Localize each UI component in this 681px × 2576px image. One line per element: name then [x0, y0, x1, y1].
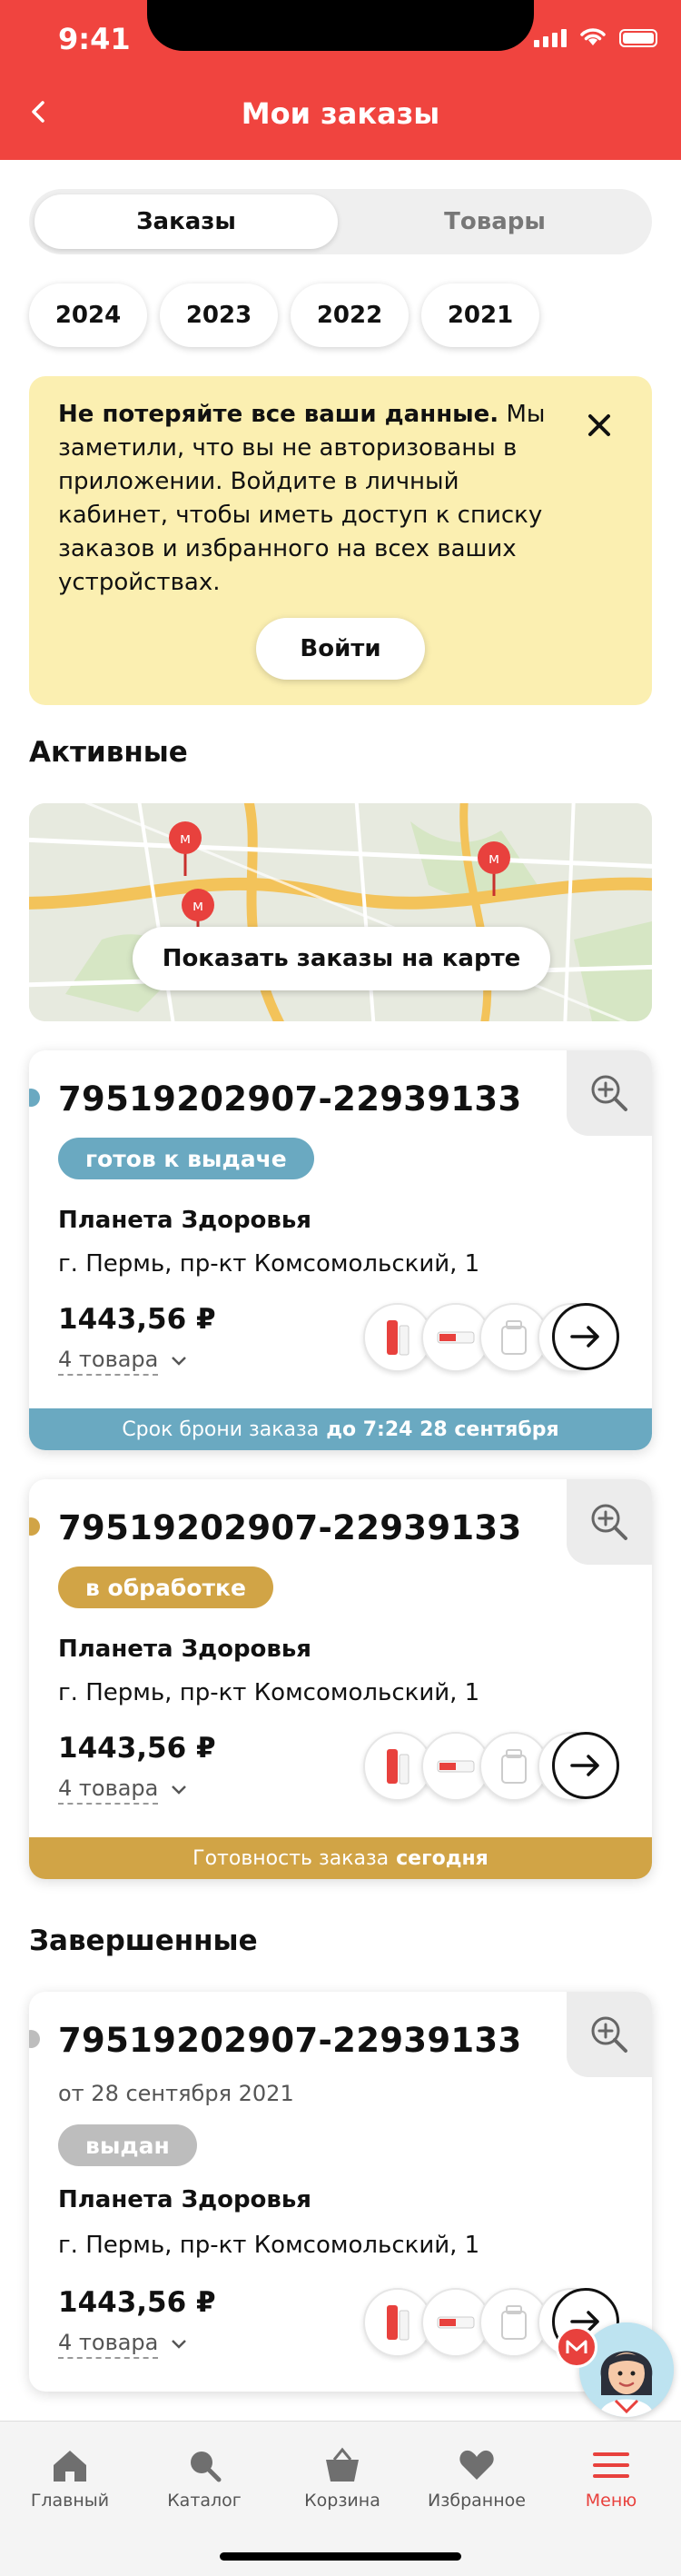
order-card[interactable]: 79519202907-22939133 готов к выдаче План… [29, 1050, 652, 1450]
order-number: 79519202907-22939133 [58, 1508, 522, 1547]
order-footer: Срок брони заказа до 7:24 28 сентября [29, 1408, 652, 1450]
brand-logo-icon [556, 2326, 597, 2368]
orders-map-preview[interactable]: м м м Показать заказы на карте [29, 803, 652, 1021]
cellular-signal-icon [534, 29, 567, 47]
zoom-button[interactable] [567, 1050, 652, 1136]
order-card[interactable]: 79519202907-22939133 в обработке Планета… [29, 1479, 652, 1879]
active-section-title: Активные [29, 736, 188, 769]
segment-orders[interactable]: Заказы [35, 194, 338, 249]
tab-label: Меню [585, 2491, 637, 2511]
order-number: 79519202907-22939133 [58, 2021, 522, 2060]
wifi-icon [580, 28, 606, 45]
items-count-toggle[interactable]: 4 товара [58, 1775, 187, 1805]
year-filter: 2024 2023 2022 2021 [29, 283, 539, 347]
chevron-down-icon [172, 1357, 187, 1366]
items-count: 4 товара [58, 1775, 159, 1805]
order-date: от 28 сентября 2021 [58, 2081, 294, 2106]
basket-icon [326, 2447, 359, 2482]
year-chip[interactable]: 2024 [29, 283, 147, 347]
store-name: Планета Здоровья [58, 1207, 312, 1234]
open-order-button[interactable] [552, 1303, 619, 1370]
search-icon [191, 2452, 222, 2482]
menu-icon [593, 2452, 629, 2478]
tab-favorites[interactable]: Избранное [418, 2447, 536, 2511]
tab-label: Корзина [304, 2491, 380, 2511]
bottom-tab-bar: Главный Каталог Корзина Избранное Меню [0, 2421, 681, 2576]
open-order-button[interactable] [552, 1732, 619, 1799]
chevron-down-icon [172, 2340, 187, 2349]
tab-cart[interactable]: Корзина [283, 2447, 401, 2511]
store-name: Планета Здоровья [58, 1636, 312, 1663]
items-count-toggle[interactable]: 4 товара [58, 1347, 187, 1376]
tab-catalog[interactable]: Каталог [145, 2447, 263, 2511]
order-price: 1443,56 ₽ [58, 1732, 216, 1765]
arrow-right-icon [570, 1326, 599, 1348]
tab-label: Избранное [428, 2491, 526, 2511]
login-button[interactable]: Войти [256, 618, 425, 680]
year-chip[interactable]: 2021 [421, 283, 539, 347]
orders-products-segment: Заказы Товары [29, 189, 652, 254]
order-price: 1443,56 ₽ [58, 2286, 216, 2319]
battery-icon [619, 29, 657, 47]
year-chip[interactable]: 2023 [160, 283, 278, 347]
footer-text: Срок брони заказа [122, 1417, 320, 1441]
order-price: 1443,56 ₽ [58, 1303, 216, 1336]
notice-body-text: Мы заметили, что вы не авторизованы в пр… [58, 401, 546, 596]
svg-text:м: м [489, 850, 499, 867]
footer-bold: сегодня [396, 1846, 489, 1870]
store-address: г. Пермь, пр-кт Комсомольский, 1 [58, 1250, 480, 1278]
page-title: Мои заказы [241, 96, 440, 131]
svg-text:м: м [180, 830, 191, 847]
order-card[interactable]: 79519202907-22939133 от 28 сентября 2021… [29, 1992, 652, 2392]
status-badge: выдан [58, 2124, 197, 2166]
tab-menu[interactable]: Меню [552, 2447, 670, 2511]
tab-home[interactable]: Главный [11, 2447, 129, 2511]
tab-label: Каталог [167, 2491, 242, 2511]
footer-bold: до 7:24 28 сентября [326, 1417, 559, 1441]
zoom-in-icon [591, 2016, 627, 2053]
header: 9:41 Мои заказы [0, 0, 681, 160]
heart-icon [459, 2450, 494, 2480]
close-icon[interactable] [585, 411, 614, 440]
show-on-map-button[interactable]: Показать заказы на карте [133, 927, 550, 990]
device-notch [147, 0, 534, 51]
items-count: 4 товара [58, 2330, 159, 2359]
auth-notice: Не потеряйте все ваши данные. Мы заметил… [29, 376, 652, 705]
items-count-toggle[interactable]: 4 товара [58, 2330, 187, 2359]
status-dot [29, 2030, 40, 2048]
store-address: г. Пермь, пр-кт Комсомольский, 1 [58, 2232, 480, 2259]
status-dot [29, 1089, 40, 1107]
chevron-down-icon [172, 1785, 187, 1795]
zoom-in-icon [591, 1075, 627, 1111]
segment-products[interactable]: Товары [343, 194, 646, 249]
notice-text: Не потеряйте все ваши данные. Мы заметил… [58, 398, 567, 600]
tab-label: Главный [30, 2491, 110, 2511]
year-chip[interactable]: 2022 [291, 283, 409, 347]
notice-bold-text: Не потеряйте все ваши данные. [58, 401, 499, 428]
items-count: 4 товара [58, 1347, 159, 1376]
completed-section-title: Завершенные [29, 1925, 258, 1957]
store-address: г. Пермь, пр-кт Комсомольский, 1 [58, 1679, 480, 1706]
status-dot [29, 1517, 40, 1536]
zoom-in-icon [591, 1504, 627, 1540]
order-number: 79519202907-22939133 [58, 1079, 522, 1119]
svg-text:м: м [192, 897, 203, 914]
status-time: 9:41 [58, 22, 131, 56]
home-indicator [220, 2552, 461, 2561]
status-badge: в обработке [58, 1566, 273, 1608]
home-icon [54, 2451, 86, 2482]
status-icons [534, 27, 657, 47]
arrow-right-icon [570, 1755, 599, 1776]
status-badge: готов к выдаче [58, 1138, 314, 1179]
zoom-button[interactable] [567, 1992, 652, 2077]
store-name: Планета Здоровья [58, 2186, 312, 2213]
order-footer: Готовность заказа сегодня [29, 1837, 652, 1879]
zoom-button[interactable] [567, 1479, 652, 1565]
footer-text: Готовность заказа [192, 1846, 390, 1870]
